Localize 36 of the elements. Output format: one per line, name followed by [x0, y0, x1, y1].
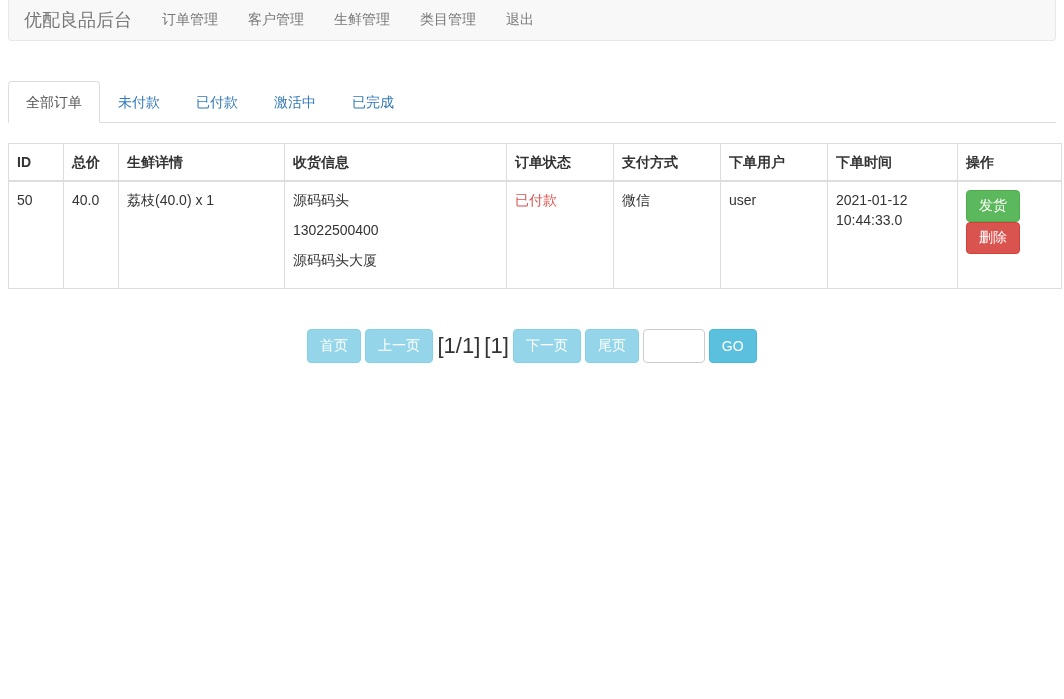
- table-cell: 荔枝(40.0) x 1: [118, 181, 285, 289]
- page-input[interactable]: [642, 329, 705, 363]
- column-header: 下单用户: [720, 143, 828, 181]
- column-header: 总价: [63, 143, 119, 181]
- column-header: 收货信息: [284, 143, 507, 181]
- tab[interactable]: 激活中: [256, 81, 334, 123]
- nav-link[interactable]: 订单管理: [147, 11, 233, 29]
- current-page: [1]: [484, 333, 509, 359]
- tab[interactable]: 已完成: [334, 81, 412, 123]
- tab[interactable]: 全部订单: [8, 81, 100, 123]
- column-header: 操作: [957, 143, 1062, 181]
- table-cell-text: 2021-01-12: [836, 191, 909, 210]
- brand-link[interactable]: 优配良品后台: [9, 8, 147, 32]
- column-header: 订单状态: [506, 143, 614, 181]
- nav-link[interactable]: 退出: [491, 11, 549, 29]
- table-cell-text: 源码码头大厦: [293, 251, 378, 270]
- ship-button[interactable]: 发货: [965, 190, 1020, 222]
- table-cell: 50: [8, 181, 64, 289]
- column-header: 生鲜详情: [118, 143, 285, 181]
- column-header: 下单时间: [827, 143, 958, 181]
- table-cell-text: 13022500400: [293, 221, 380, 240]
- table-cell-text: 源码码头: [293, 191, 350, 210]
- column-header: 支付方式: [613, 143, 721, 181]
- tab[interactable]: 已付款: [178, 81, 256, 123]
- table-cell: user: [720, 181, 828, 289]
- nav-link[interactable]: 生鲜管理: [319, 11, 405, 29]
- table-cell: 40.0: [63, 181, 119, 289]
- nav-link[interactable]: 类目管理: [405, 11, 491, 29]
- table-cell: 已付款: [506, 181, 614, 289]
- table-cell-text: 10:44:33.0: [836, 211, 904, 230]
- column-header: ID: [8, 143, 64, 181]
- nav-link[interactable]: 客户管理: [233, 11, 319, 29]
- page-info: [1/1]: [437, 333, 481, 359]
- tab[interactable]: 未付款: [100, 81, 178, 123]
- delete-button[interactable]: 删除: [965, 222, 1020, 254]
- table-cell: 微信: [613, 181, 721, 289]
